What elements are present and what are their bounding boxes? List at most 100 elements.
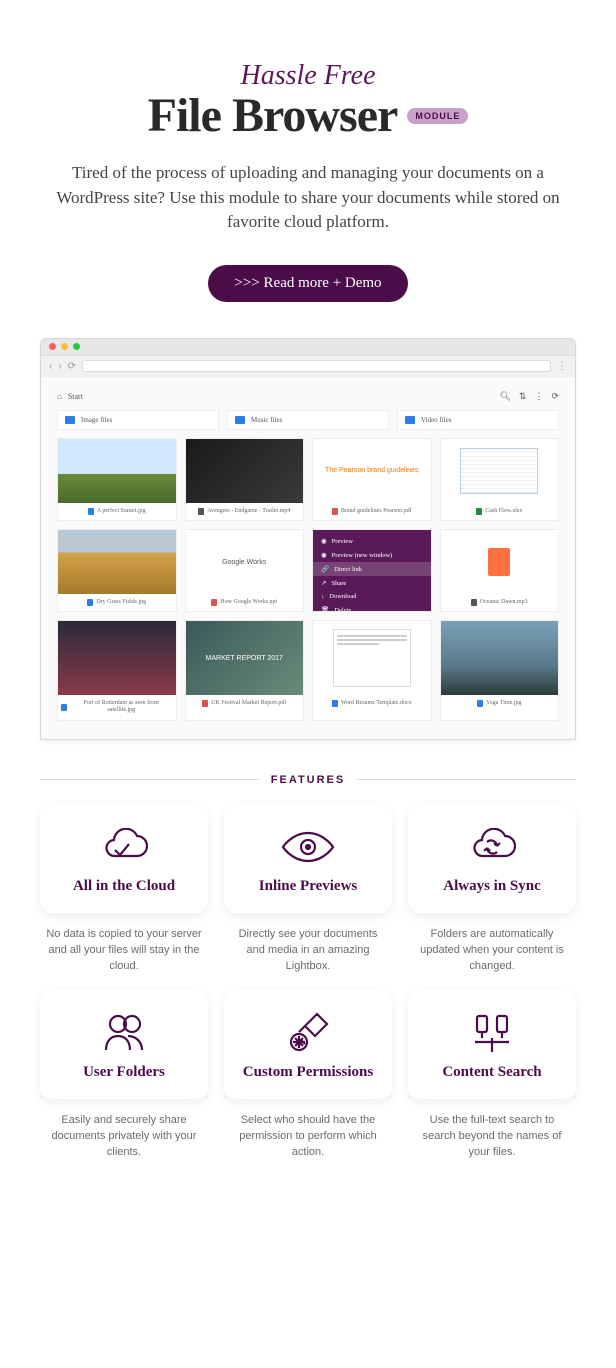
feature-icon [48, 1012, 200, 1054]
home-icon: ⌂ [57, 392, 62, 401]
context-menu-label: Direct link [334, 566, 362, 573]
feature-title: Content Search [416, 1064, 568, 1081]
file-name: Word Resume Template.docx [313, 695, 431, 712]
folder-item[interactable]: Music files [227, 410, 389, 430]
reload-icon: ⟳ [68, 361, 76, 372]
feature-title: All in the Cloud [48, 878, 200, 895]
context-menu-icon: ◉ [321, 551, 327, 559]
file-thumbnail [441, 621, 559, 695]
filetype-icon [332, 700, 338, 707]
feature-icon [416, 826, 568, 868]
file-name: How Google Works.ppt [186, 594, 304, 611]
feature-icon [416, 1012, 568, 1054]
features-heading: FEATURES [271, 774, 345, 786]
context-menu-item[interactable]: ↓Download [313, 590, 431, 603]
feature-item: Content SearchUse the full-text search t… [408, 990, 576, 1161]
file-thumbnail [313, 621, 431, 695]
file-thumbnail [441, 530, 559, 594]
browser-toolbar: ‹ › ⟳ ⋮ [41, 355, 575, 377]
feature-description: Folders are automatically updated when y… [408, 927, 576, 975]
file-name: UK Festival Market Report.pdf [186, 695, 304, 712]
folder-label: Video files [421, 416, 452, 424]
file-thumbnail: The Pearson brand guidelines [313, 439, 431, 503]
feature-item: Inline PreviewsDirectly see your documen… [224, 804, 392, 975]
window-close-icon [49, 343, 56, 350]
filetype-icon [198, 508, 204, 515]
file-item[interactable]: Cash Flow.xlsx [440, 438, 560, 521]
feature-icon [232, 1012, 384, 1054]
refresh-icon: ⟳ [551, 391, 559, 402]
file-name: Port of Rotterdam as seen from satellite… [58, 695, 176, 719]
file-item[interactable]: Dry Grass Fields.jpg [57, 529, 177, 612]
feature-item: Always in Sync Folders are automatically … [408, 804, 576, 975]
folder-icon [235, 416, 245, 424]
file-item[interactable]: ◉ Preview ◉Preview (new window)🔗Direct lin… [312, 529, 432, 612]
context-menu-item[interactable]: ↗ Share [313, 576, 431, 590]
context-menu: ◉ Preview ◉Preview (new window)🔗Direct lin… [313, 530, 431, 611]
window-titlebar [41, 339, 575, 355]
file-thumbnail: MARKET REPORT 2017 [186, 621, 304, 695]
context-menu-item[interactable]: ◉Preview (new window) [313, 548, 431, 562]
context-menu-item[interactable]: 🗑Delete [313, 603, 431, 611]
folder-icon [65, 416, 75, 424]
context-menu-label: Share [331, 580, 346, 587]
file-name: Brand guidelines Pearson.pdf [313, 503, 431, 520]
feature-description: Easily and securely share documents priv… [40, 1113, 208, 1161]
filetype-icon [88, 508, 94, 515]
file-name: Cash Flow.xlsx [441, 503, 559, 520]
feature-card: User Folders [40, 990, 208, 1099]
search-icon: 🔍︎ [499, 391, 510, 402]
context-menu-label: Preview [332, 538, 353, 545]
feature-item: User Folders Easily and securely share do… [40, 990, 208, 1161]
file-item[interactable]: Avengers - Endgame - Trailer.mp4 [185, 438, 305, 521]
file-item[interactable]: The Pearson brand guidelinesBrand guidel… [312, 438, 432, 521]
file-item[interactable]: Port of Rotterdam as seen from satellite… [57, 620, 177, 720]
context-menu-icon: ↗ [321, 579, 326, 587]
file-thumbnail [58, 439, 176, 503]
file-item[interactable]: Yoga Time.jpg [440, 620, 560, 720]
context-menu-item[interactable]: 🔗Direct link [313, 562, 431, 576]
filetype-icon [332, 508, 338, 515]
file-name: Avengers - Endgame - Trailer.mp4 [186, 503, 304, 520]
hero-lead: Tired of the process of uploading and ma… [48, 161, 568, 235]
forward-icon: › [58, 361, 61, 372]
feature-item: All in the CloudNo data is copied to you… [40, 804, 208, 975]
address-bar [82, 360, 551, 372]
file-item[interactable]: Word Resume Template.docx [312, 620, 432, 720]
menu-icon: ⋮ [557, 361, 567, 372]
feature-item: Custom Permissions Select who should have… [224, 990, 392, 1161]
folder-item[interactable]: Video files [397, 410, 559, 430]
module-badge: MODULE [407, 108, 468, 124]
feature-icon [232, 826, 384, 868]
file-item[interactable]: A perfect Sunset.jpg [57, 438, 177, 521]
file-name: A perfect Sunset.jpg [58, 503, 176, 520]
file-thumbnail [58, 621, 176, 695]
file-thumbnail [58, 530, 176, 594]
feature-card: Content Search [408, 990, 576, 1099]
folder-item[interactable]: Image files [57, 410, 219, 430]
window-minimize-icon [61, 343, 68, 350]
feature-title: Custom Permissions [232, 1064, 384, 1081]
folder-label: Image files [81, 416, 112, 424]
context-menu-icon: ◉ [321, 537, 327, 545]
file-name: Oceanic Dawn.mp3 [441, 594, 559, 611]
read-more-button[interactable]: >>> Read more + Demo [208, 265, 407, 302]
feature-card: Always in Sync [408, 804, 576, 913]
context-menu-item[interactable]: ◉ Preview [313, 534, 431, 548]
feature-description: Select who should have the permission to… [224, 1113, 392, 1161]
file-name: Dry Grass Fields.jpg [58, 594, 176, 611]
file-thumbnail [441, 439, 559, 503]
context-menu-icon: 🗑 [321, 606, 329, 611]
breadcrumb-bar: ⌂ Start 🔍︎ ⇅ ⋮ ⟳ [57, 391, 559, 402]
file-item[interactable]: Google WorksHow Google Works.ppt [185, 529, 305, 612]
file-thumbnail: Google Works [186, 530, 304, 594]
browser-mockup: ‹ › ⟳ ⋮ ⌂ Start 🔍︎ ⇅ ⋮ ⟳ Image files Musi… [40, 338, 576, 740]
file-item[interactable]: MARKET REPORT 2017UK Festival Market Rep… [185, 620, 305, 720]
breadcrumb-label: Start [68, 392, 83, 401]
feature-card: All in the Cloud [40, 804, 208, 913]
filetype-icon [477, 700, 483, 707]
file-item[interactable]: Oceanic Dawn.mp3 [440, 529, 560, 612]
folder-label: Music files [251, 416, 282, 424]
context-menu-icon: ↓ [321, 593, 324, 600]
hero: Hassle Free File Browser MODULE Tired of… [40, 60, 576, 302]
